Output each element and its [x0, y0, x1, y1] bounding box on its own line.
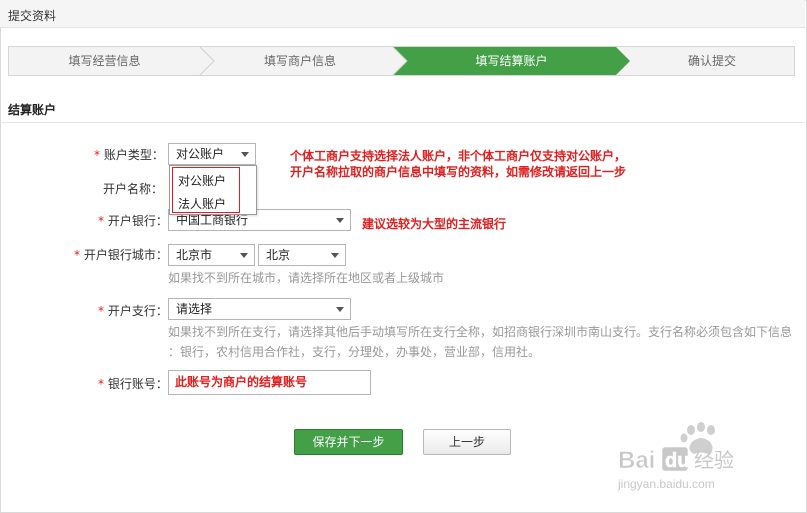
chevron-down-icon [241, 152, 249, 157]
watermark-jingyan: 经验 [694, 448, 734, 472]
step-3-active: 填写结算账户 [475, 54, 548, 68]
save-next-button[interactable]: 保存并下一步 [294, 429, 403, 455]
svg-text:du: du [665, 450, 689, 472]
baidu-jingyan-watermark: Bai du 经验 jingyan.baidu.com [617, 422, 734, 491]
section-title: 结算账户 [8, 103, 57, 117]
watermark-brand: Bai du [618, 446, 690, 474]
branch-hint-line2: ：银行，农村信用合作社，支行，分理处，办事处，营业部，信用社。 [168, 345, 541, 359]
step-4: 确认提交 [687, 54, 736, 68]
step-1: 填写经营信息 [68, 54, 141, 68]
step-2: 填写商户信息 [263, 54, 336, 68]
account-number-input[interactable]: 此账号为商户的结算账号 [168, 370, 371, 395]
account-number-label: * 银行账号： [98, 377, 168, 391]
chevron-down-icon [240, 253, 248, 258]
title-bar: 提交资料 [0, 0, 805, 28]
province-select[interactable]: 北京市 [168, 244, 255, 266]
required-mark: * [94, 148, 100, 162]
branch-label: * 开户支行： [98, 304, 168, 318]
note-account-type-line2: 开户名称拉取的商户信息中填写的资料，如需修改请返回上一步 [290, 165, 627, 179]
bank-city-label: * 开户银行城市： [74, 248, 168, 262]
chevron-down-icon [331, 253, 339, 258]
bank-city-hint: 如果找不到所在城市，请选择所在地区或者上级城市 [168, 271, 445, 285]
account-type-select[interactable]: 对公账户 [168, 143, 256, 165]
prev-step-button[interactable]: 上一步 [423, 429, 511, 455]
note-bank: 建议选较为大型的主流银行 [362, 217, 507, 231]
account-name-label: 开户名称： [103, 182, 164, 196]
branch-hint-line1: 如果找不到所在支行，请选择其他后手动填写所在支行全称，如招商银行深圳市南山支行。… [168, 325, 793, 339]
note-account-type-line1: 个体工商户支持选择法人账户，非个体工商户仅支持对公账户， [290, 149, 627, 163]
city-select[interactable]: 北京 [258, 244, 346, 266]
dropdown-highlight-box [172, 167, 240, 213]
watermark-url: jingyan.baidu.com [617, 477, 715, 491]
account-type-label: * 账户类型： [94, 148, 164, 162]
bank-label: * 开户银行： [98, 214, 168, 228]
page-title: 提交资料 [8, 9, 57, 23]
section-divider [0, 122, 805, 123]
branch-select[interactable]: 请选择 [168, 298, 351, 320]
step-progress: 填写经营信息 填写商户信息 填写结算账户 确认提交 [8, 46, 795, 76]
svg-text:Bai: Bai [618, 447, 655, 474]
chevron-down-icon [336, 218, 344, 223]
chevron-down-icon [336, 307, 344, 312]
